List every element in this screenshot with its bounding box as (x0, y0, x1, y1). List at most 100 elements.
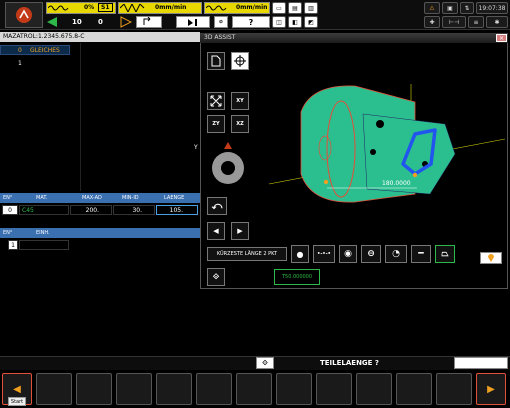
circle-tool-button[interactable]: ◉ (339, 245, 357, 263)
einh-header-no: EN° (3, 230, 13, 236)
next-button[interactable]: ▶ (231, 222, 249, 240)
view-xy-button[interactable]: XY (231, 92, 249, 110)
mat-cell-mat[interactable]: C45 (19, 205, 69, 215)
einh-cell-no[interactable]: 1 (8, 240, 18, 250)
settings-button[interactable]: ✱ (486, 16, 508, 28)
start-tooltip[interactable]: Start (8, 397, 26, 406)
readout-value: T50.000000 (281, 274, 313, 280)
mat-length-value: 105. (169, 206, 183, 214)
feed-rate-value-2: 0mm/min (236, 4, 268, 11)
mazak-logo-icon[interactable] (5, 2, 43, 28)
prompt-input[interactable] (454, 357, 508, 369)
softkey-10[interactable] (396, 373, 432, 405)
einh-table-header (0, 228, 200, 238)
mode-button-4[interactable]: ◫ (272, 16, 286, 28)
lock-button[interactable]: ▣ (442, 2, 458, 14)
workpiece-3d-view[interactable] (255, 44, 505, 244)
plane-tool-button[interactable]: ⏢ (435, 245, 455, 263)
block-step-button[interactable] (136, 16, 162, 28)
einh-cell-unit[interactable] (19, 240, 69, 250)
cylinder-tool-button[interactable]: ⊖ (361, 245, 381, 263)
alarm-button[interactable]: ⚠ (424, 2, 440, 14)
sync-button[interactable]: ⇅ (460, 2, 474, 14)
softkey-4[interactable] (156, 373, 192, 405)
prompt-icon-button[interactable]: ⟐ (256, 357, 274, 369)
arc-tool-button[interactable]: ◔ (385, 245, 407, 263)
softkey-1[interactable] (36, 373, 72, 405)
optional-stop-button[interactable]: ⊘ (214, 16, 228, 28)
single-block-button[interactable] (176, 16, 210, 28)
mat-cell-length[interactable]: 105. (156, 205, 198, 215)
view-zy-label: ZY (212, 121, 220, 127)
assist-title: 3D ASSIST (204, 34, 236, 41)
mat-header-no: EN° (3, 195, 13, 201)
tool-data-button[interactable]: ✚ (424, 16, 440, 28)
program-list[interactable] (0, 43, 200, 193)
new-view-button[interactable] (207, 52, 225, 70)
help-button[interactable]: ? (232, 16, 270, 28)
mat-header-max: MAX-AD (82, 195, 102, 201)
help-label: ? (248, 17, 254, 27)
measure-label-box: KÜRZESTE LÄNGE 2 PKT (207, 247, 287, 261)
assist-close-button[interactable]: × (496, 34, 507, 42)
softkey-6[interactable] (236, 373, 272, 405)
softkey-11[interactable] (436, 373, 472, 405)
mat-header-mat: MAT. (36, 195, 48, 201)
document-icon (211, 55, 221, 67)
clock-display: 19:07:38 (476, 2, 508, 14)
play-right-icon[interactable] (120, 16, 132, 28)
expand-icon (210, 95, 222, 107)
snap-button[interactable]: ⟐ (207, 268, 225, 286)
mode-button-6[interactable]: ◩ (304, 16, 318, 28)
spindle-code: S1 (98, 3, 113, 12)
line-tool-button[interactable]: ━ (411, 245, 431, 263)
view-xz-button[interactable]: XZ (231, 115, 249, 133)
mode-button-1[interactable]: ▭ (272, 2, 286, 14)
mat-cell-min[interactable]: 30. (113, 205, 155, 215)
wrench-button[interactable]: ⊢⊣ (442, 16, 466, 28)
point-tool-button[interactable]: ● (291, 245, 309, 263)
block-step-icon (143, 17, 151, 25)
program-title-bar: MAZATROL:1.2345.675.8-C (0, 32, 200, 42)
softkey-next[interactable]: ▶ (476, 373, 506, 405)
feed-wave-icon (120, 4, 145, 12)
target-button[interactable] (231, 52, 249, 70)
mat-min-value: 30. (132, 206, 142, 214)
mode-button-3[interactable]: ▥ (304, 2, 318, 14)
location-pin-button[interactable] (480, 252, 502, 264)
prompt-text: TEILELAENGE ? (320, 359, 379, 367)
softkey-9[interactable] (356, 373, 392, 405)
mode-button-5[interactable]: ◧ (288, 16, 302, 28)
fit-view-button[interactable] (207, 92, 225, 110)
softkey-7[interactable] (276, 373, 312, 405)
feed-rate-value: 0mm/min (155, 4, 187, 11)
prev-button[interactable]: ◀ (207, 222, 225, 240)
view-zy-button[interactable]: ZY (207, 115, 225, 133)
program-row-1-no: 1 (18, 60, 22, 67)
assist-title-bar: 3D ASSIST (200, 33, 508, 43)
parameter-button[interactable]: ≡ (468, 16, 484, 28)
undo-button[interactable]: ⤺ (207, 197, 227, 215)
rotation-dial-icon[interactable] (207, 140, 249, 188)
y-axis-label: Y (194, 144, 198, 151)
mat-cell-max[interactable]: 200. (70, 205, 112, 215)
clock-time: 19:07:38 (478, 4, 506, 12)
coordinate-readout: T50.000000 (274, 269, 320, 285)
mat-header-min: MIN-ID (122, 195, 139, 201)
spindle-wave-icon (48, 5, 69, 11)
dimension-value: 180.0000 (382, 180, 411, 187)
play-left-icon[interactable] (46, 16, 58, 28)
pin-icon (488, 254, 494, 262)
softkey-2[interactable] (76, 373, 112, 405)
softkey-5[interactable] (196, 373, 232, 405)
start-label: Start (10, 399, 24, 405)
rapid-wave-icon (206, 5, 227, 11)
distance-tool-button[interactable]: •‑•‑• (313, 245, 335, 263)
program-row-0-text: GLEICHES (30, 47, 60, 54)
view-xy-label: XY (236, 98, 244, 104)
mat-cell-no[interactable]: 0 (2, 205, 18, 215)
crosshair-icon (234, 55, 246, 67)
softkey-3[interactable] (116, 373, 152, 405)
mode-button-2[interactable]: ▤ (288, 2, 302, 14)
softkey-8[interactable] (316, 373, 352, 405)
